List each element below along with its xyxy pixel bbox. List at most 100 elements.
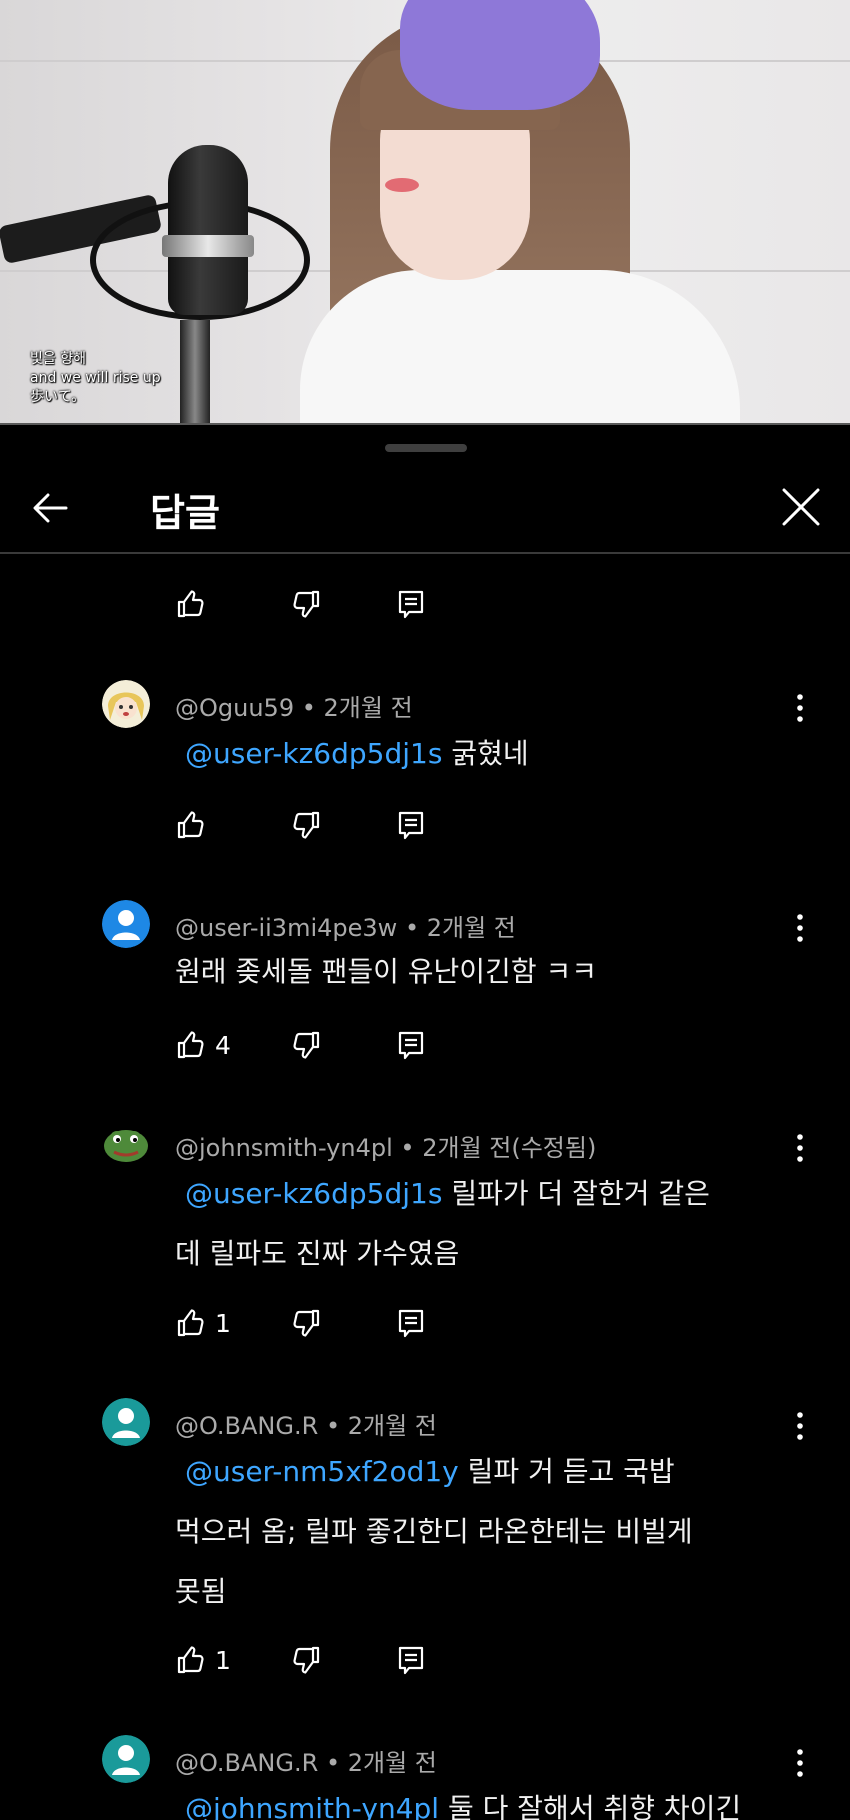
like-count: 1 (215, 1645, 231, 1675)
dislike-button[interactable] (290, 1640, 322, 1680)
meta-separator: • (404, 914, 420, 942)
video-subtitles: 빛을 향해 and we will rise up 歩いて。 (30, 350, 161, 407)
comment-time: 2개월 전(수정됨) (422, 1134, 597, 1162)
avatar[interactable] (102, 900, 150, 948)
reply-button[interactable] (395, 805, 427, 845)
reply-comment-icon (398, 1031, 424, 1060)
thumbs-up-icon (177, 1031, 204, 1059)
thumbs-down-icon (293, 1031, 320, 1059)
meta-separator: • (325, 1749, 341, 1777)
more-options-button[interactable] (785, 1743, 815, 1783)
avatar[interactable] (102, 1398, 150, 1446)
comment-actions (175, 805, 475, 845)
comment-author[interactable]: @Oguu59 (175, 694, 294, 722)
comment-text: 릴파 거 듣고 국밥 (458, 1455, 675, 1488)
video-progress-bar[interactable] (0, 423, 850, 425)
meta-separator: • (400, 1134, 415, 1162)
more-vertical-icon (797, 694, 803, 722)
avatar[interactable] (102, 1120, 150, 1168)
like-button[interactable] (175, 805, 215, 845)
comment-text: 원래 좆세돌 팬들이 유난이긴함 ㅋㅋ (175, 955, 598, 988)
mention-link[interactable]: @user-kz6dp5dj1s (185, 1177, 442, 1210)
close-button[interactable] (778, 484, 824, 530)
replies-header: 답글 (0, 462, 850, 554)
comment-meta: @Oguu59 • 2개월 전 (175, 688, 413, 723)
subtitle-line: 빛을 향해 (30, 351, 86, 367)
comment-text-line: 먹으러 옴; 릴파 좋긴한디 라온한테는 비빌게 (175, 1515, 693, 1548)
more-options-button[interactable] (785, 1406, 815, 1446)
comment-body: @johnsmith-yn4pl 둘 다 잘해서 취향 차이긴 (175, 1779, 795, 1820)
comment-text-line: 못됨 (175, 1575, 227, 1608)
avatar[interactable] (102, 1735, 150, 1783)
comment-time: 2개월 전 (347, 1412, 437, 1440)
reply-comment-icon (398, 1646, 424, 1675)
more-options-button[interactable] (785, 688, 815, 728)
avatar[interactable] (102, 680, 150, 728)
mention-link[interactable]: @user-nm5xf2od1y (185, 1455, 459, 1488)
comment-actions: 1 (175, 1303, 475, 1343)
mic-ring (162, 235, 254, 257)
subtitle-line: and we will rise up (30, 370, 161, 386)
comment-author[interactable]: @O.BANG.R (175, 1749, 318, 1777)
comment-body: @user-kz6dp5dj1s 굵혔네 (175, 724, 795, 784)
default-avatar-icon (102, 1398, 150, 1446)
singer-cap (400, 0, 600, 110)
comment-time: 2개월 전 (347, 1749, 437, 1777)
like-button[interactable] (175, 584, 207, 624)
meta-separator: • (325, 1412, 341, 1440)
back-button[interactable] (28, 486, 72, 530)
frog-avatar-icon (102, 1120, 150, 1168)
mention-link[interactable]: @user-kz6dp5dj1s (185, 737, 442, 770)
drag-handle[interactable] (385, 444, 467, 452)
reply-comment-icon (398, 590, 424, 619)
comment-text: 굵혔네 (442, 737, 529, 770)
more-vertical-icon (797, 1412, 803, 1440)
comment-time: 2개월 전 (426, 914, 516, 942)
comment-author[interactable]: @user-ii3mi4pe3w (175, 914, 397, 942)
like-count: 1 (215, 1308, 231, 1338)
like-button[interactable]: 1 (175, 1303, 231, 1343)
like-button[interactable]: 1 (175, 1640, 231, 1680)
microphone (168, 145, 248, 315)
comment-meta: @O.BANG.R • 2개월 전 (175, 1743, 437, 1778)
comment-body: @user-kz6dp5dj1s 릴파가 더 잘한거 같은 데 릴파도 진짜 가… (175, 1164, 795, 1284)
video-player[interactable]: 빛을 향해 and we will rise up 歩いて。 (0, 0, 850, 425)
comment-meta: @O.BANG.R • 2개월 전 (175, 1406, 437, 1441)
dislike-button[interactable] (290, 584, 322, 624)
like-button[interactable]: 4 (175, 1025, 231, 1065)
singer-lips (385, 178, 419, 192)
dislike-button[interactable] (290, 1303, 322, 1343)
reply-button[interactable] (395, 1025, 427, 1065)
default-avatar-icon (102, 1735, 150, 1783)
thumbs-up-icon (177, 590, 204, 618)
thumbs-up-icon (177, 1309, 204, 1337)
page-title: 답글 (150, 491, 220, 535)
thumbs-down-icon (293, 1309, 320, 1337)
more-vertical-icon (797, 1749, 803, 1777)
reply-button[interactable] (395, 584, 427, 624)
thumbs-up-icon (177, 1646, 204, 1674)
like-count: 4 (215, 1030, 231, 1060)
singer-shirt (300, 270, 740, 425)
subtitle-line: 歩いて。 (30, 389, 86, 405)
more-options-button[interactable] (785, 1128, 815, 1168)
thumbs-up-icon (177, 811, 204, 839)
more-vertical-icon (797, 1134, 803, 1162)
comment-author[interactable]: @O.BANG.R (175, 1412, 318, 1440)
mention-link[interactable]: @johnsmith-yn4pl (185, 1792, 439, 1820)
reply-button[interactable] (395, 1640, 427, 1680)
dislike-button[interactable] (290, 805, 322, 845)
reply-button[interactable] (395, 1303, 427, 1343)
reply-comment-icon (398, 1309, 424, 1338)
reply-comment-icon (398, 811, 424, 840)
default-avatar-icon (102, 900, 150, 948)
comment-body: 원래 좆세돌 팬들이 유난이긴함 ㅋㅋ (175, 942, 795, 1002)
comment-actions: 4 (175, 1025, 475, 1065)
comment-author[interactable]: @johnsmith-yn4pl (175, 1134, 393, 1162)
anime-avatar-icon (102, 680, 150, 728)
comment-meta: @user-ii3mi4pe3w • 2개월 전 (175, 908, 516, 943)
close-icon (782, 488, 820, 526)
mic-pole (180, 320, 210, 425)
comment-time: 2개월 전 (323, 694, 413, 722)
dislike-button[interactable] (290, 1025, 322, 1065)
